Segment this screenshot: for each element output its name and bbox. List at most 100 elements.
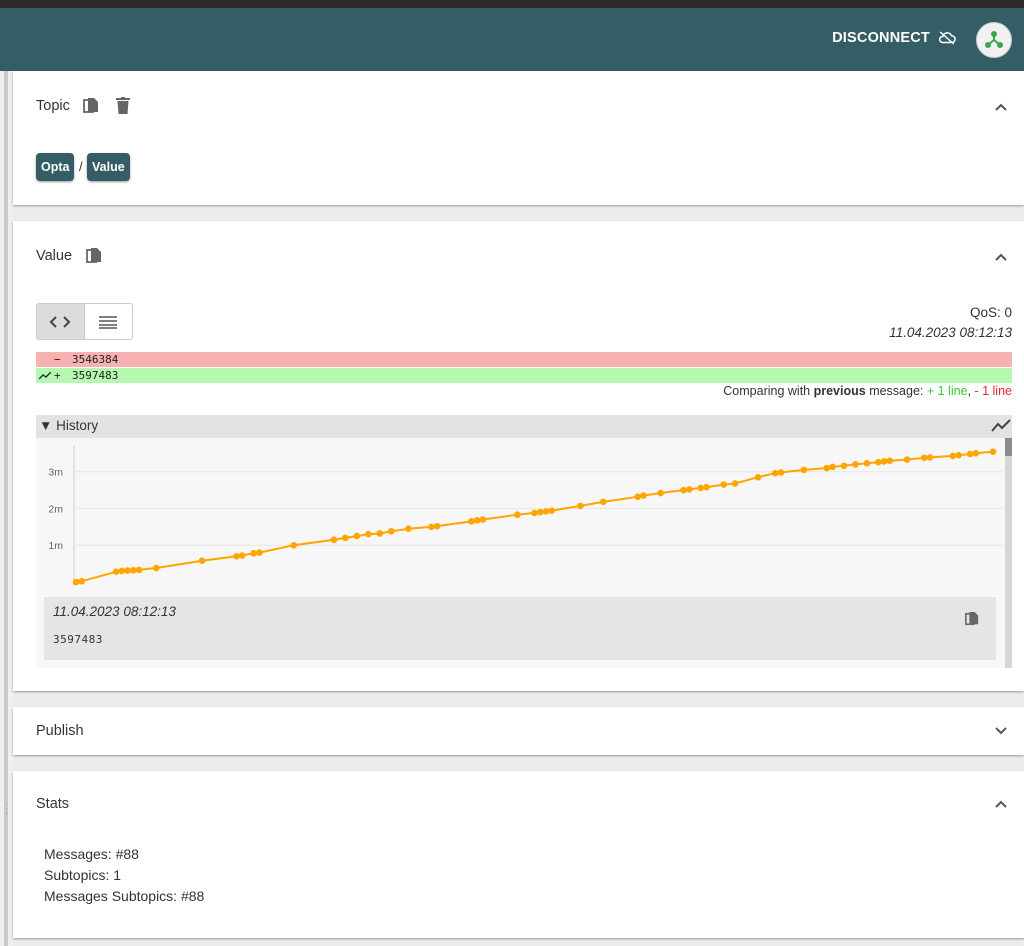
data-point[interactable]	[152, 564, 160, 572]
raw-view-button[interactable]	[85, 304, 133, 339]
data-point[interactable]	[531, 509, 538, 517]
data-point[interactable]	[428, 523, 435, 531]
data-point[interactable]	[577, 502, 584, 510]
data-point[interactable]	[949, 452, 957, 460]
cloud-off-icon	[938, 31, 956, 45]
stats-messages-subtopics: Messages Subtopics: #88	[44, 888, 205, 904]
data-point[interactable]	[238, 552, 246, 559]
data-point[interactable]	[387, 527, 395, 535]
history-toggle[interactable]: ▼ History	[36, 415, 1012, 438]
data-point[interactable]	[823, 464, 831, 472]
data-point[interactable]	[130, 566, 137, 574]
data-point[interactable]	[966, 450, 974, 458]
data-point[interactable]	[829, 463, 836, 471]
data-point[interactable]	[330, 536, 338, 544]
data-point[interactable]	[290, 541, 298, 549]
data-point[interactable]	[468, 518, 475, 525]
data-point[interactable]	[886, 457, 894, 465]
data-point[interactable]	[754, 473, 762, 481]
data-point[interactable]	[112, 568, 120, 576]
data-point[interactable]	[536, 508, 544, 516]
data-point[interactable]	[680, 486, 687, 494]
drag-handle-icon[interactable]: · · ·	[5, 799, 8, 818]
chevron-up-icon[interactable]	[994, 797, 1008, 811]
diff-removed-line: − 3546384	[36, 352, 1012, 367]
scrollbar-thumb[interactable]	[1005, 438, 1012, 456]
data-point[interactable]	[657, 489, 664, 497]
copy-icon[interactable]	[965, 611, 979, 632]
chevron-up-icon[interactable]	[994, 100, 1008, 114]
data-point[interactable]	[972, 450, 980, 457]
connection-avatar[interactable]	[976, 22, 1012, 58]
data-point[interactable]	[599, 498, 607, 506]
list-icon	[99, 315, 118, 329]
diff-added-sign: +	[54, 369, 61, 382]
selected-message-timestamp: 11.04.2023 08:12:13	[53, 604, 176, 619]
topic-panel: Topic Opta / Value	[13, 71, 1024, 205]
topic-panel-title: Topic	[36, 98, 70, 114]
data-point[interactable]	[840, 462, 848, 470]
data-point[interactable]	[376, 530, 384, 537]
data-point[interactable]	[473, 516, 481, 524]
data-point[interactable]	[479, 516, 487, 523]
y-tick-label: 3m	[48, 467, 63, 479]
data-point[interactable]	[405, 525, 412, 533]
data-point[interactable]	[353, 532, 361, 540]
data-point[interactable]	[233, 552, 240, 560]
data-point[interactable]	[880, 458, 888, 465]
trend-icon[interactable]	[39, 372, 51, 380]
disconnect-button[interactable]: DISCONNECT	[832, 30, 956, 46]
history-scrollbar[interactable]	[1005, 438, 1012, 668]
data-point[interactable]	[920, 454, 928, 462]
data-point[interactable]	[364, 530, 372, 538]
chevron-down-icon[interactable]	[994, 724, 1008, 738]
data-point[interactable]	[685, 486, 693, 493]
data-point[interactable]	[542, 508, 550, 515]
sidebar-resizer[interactable]: · · ·	[0, 71, 13, 946]
publish-panel[interactable]: Publish	[13, 707, 1024, 755]
data-point[interactable]	[852, 461, 859, 468]
data-point[interactable]	[514, 511, 521, 519]
data-point[interactable]	[903, 456, 911, 463]
history-chart[interactable]: 1m 2m 3m	[36, 438, 1005, 598]
data-point[interactable]	[640, 492, 647, 499]
publish-panel-title: Publish	[36, 723, 84, 739]
copy-icon[interactable]	[86, 247, 102, 270]
data-point[interactable]	[731, 480, 739, 487]
data-point[interactable]	[78, 577, 86, 585]
data-point[interactable]	[72, 578, 80, 586]
data-point[interactable]	[777, 469, 785, 476]
data-point[interactable]	[703, 483, 710, 491]
data-point[interactable]	[135, 566, 143, 574]
topic-chip-value[interactable]: Value	[87, 153, 130, 181]
data-point[interactable]	[926, 454, 934, 461]
data-point[interactable]	[124, 567, 131, 574]
data-point[interactable]	[548, 507, 555, 514]
data-point[interactable]	[433, 522, 441, 530]
value-panel: Value QoS: 0 11.04.2023 08:12:13 − 35463…	[13, 221, 1024, 691]
data-point[interactable]	[198, 557, 206, 564]
data-point[interactable]	[634, 493, 641, 501]
data-point[interactable]	[118, 567, 126, 575]
diff-added-line: + 3597483	[36, 368, 1012, 383]
disconnect-label: DISCONNECT	[832, 30, 930, 46]
data-point[interactable]	[800, 466, 808, 474]
value-panel-title: Value	[36, 248, 73, 264]
data-point[interactable]	[697, 484, 705, 492]
data-point[interactable]	[771, 469, 779, 477]
delete-icon[interactable]	[116, 97, 130, 120]
diff-view-button[interactable]	[37, 304, 85, 339]
data-point[interactable]	[989, 448, 997, 455]
data-point[interactable]	[720, 481, 727, 488]
data-point[interactable]	[256, 549, 263, 556]
topic-chip-opta[interactable]: Opta	[36, 153, 75, 181]
copy-icon[interactable]	[83, 97, 99, 120]
data-point[interactable]	[875, 458, 882, 466]
stats-subtopics: Subtopics: 1	[44, 867, 122, 883]
chevron-up-icon[interactable]	[994, 250, 1008, 264]
trend-icon[interactable]	[991, 419, 1011, 433]
data-point[interactable]	[863, 459, 871, 467]
data-point[interactable]	[250, 550, 257, 557]
data-point[interactable]	[955, 451, 962, 459]
data-point[interactable]	[342, 534, 349, 542]
